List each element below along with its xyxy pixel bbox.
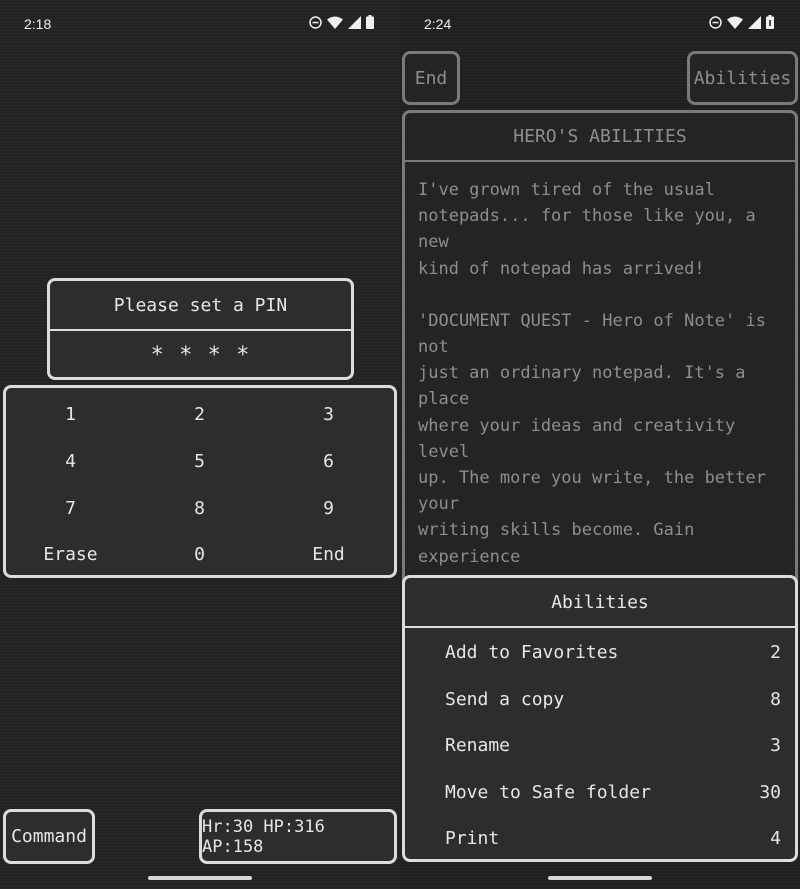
item-cost: 3 — [770, 734, 781, 756]
status-time: 2:18 — [24, 16, 52, 32]
status-time: 2:24 — [424, 16, 452, 32]
menu-item-print[interactable]: Print 4 — [445, 815, 781, 861]
item-cost: 2 — [770, 641, 781, 663]
signal-icon — [748, 15, 761, 29]
battery-icon — [766, 15, 774, 29]
key-0[interactable]: 0 — [135, 544, 264, 565]
key-5[interactable]: 5 — [135, 451, 264, 472]
stats-display: Hr:30 HP:316 AP:158 — [199, 809, 397, 864]
keypad: 1 2 3 4 5 6 7 8 9 Erase 0 End — [3, 385, 397, 578]
status-bar: 2:24 — [400, 0, 800, 48]
key-7[interactable]: 7 — [6, 498, 135, 519]
wifi-icon — [327, 16, 343, 29]
dnd-icon — [709, 15, 722, 29]
item-cost: 8 — [770, 688, 781, 710]
status-bar: 2:18 — [0, 0, 400, 48]
key-2[interactable]: 2 — [135, 404, 264, 425]
key-6[interactable]: 6 — [264, 451, 393, 472]
pin-value[interactable]: * * * * — [50, 331, 351, 379]
panel-title: HERO'S ABILITIES — [405, 113, 795, 162]
abilities-menu: Abilities Add to Favorites 2 Send a copy… — [402, 575, 798, 862]
signal-icon — [348, 15, 361, 29]
item-cost: 30 — [759, 781, 781, 803]
intro-paragraph: I've grown tired of the usual notepads..… — [418, 180, 756, 279]
item-label: Move to Safe folder — [445, 781, 651, 803]
wifi-icon — [727, 16, 743, 29]
key-9[interactable]: 9 — [264, 498, 393, 519]
menu-item-rename[interactable]: Rename 3 — [445, 722, 781, 768]
key-1[interactable]: 1 — [6, 404, 135, 425]
end-button[interactable]: End — [402, 51, 460, 105]
abilities-info-panel: HERO'S ABILITIES I've grown tired of the… — [402, 110, 798, 776]
pin-title: Please set a PIN — [50, 281, 351, 331]
item-label: Send a copy — [445, 688, 565, 710]
item-label: Rename — [445, 734, 511, 756]
key-end[interactable]: End — [264, 544, 393, 565]
item-cost: 4 — [770, 827, 781, 849]
menu-item-add-to-favorites[interactable]: Add to Favorites 2 — [445, 629, 781, 675]
key-erase[interactable]: Erase — [6, 544, 135, 565]
right-screen: 2:24 End Abilities HERO'S ABILITIES I've… — [400, 0, 800, 889]
battery-icon — [366, 15, 374, 29]
gesture-bar[interactable] — [548, 876, 652, 880]
gesture-bar[interactable] — [148, 876, 252, 880]
key-4[interactable]: 4 — [6, 451, 135, 472]
menu-title: Abilities — [405, 578, 795, 628]
menu-item-send-a-copy[interactable]: Send a copy 8 — [445, 676, 781, 722]
command-button[interactable]: Command — [3, 809, 95, 864]
abilities-button[interactable]: Abilities — [687, 51, 798, 105]
item-label: Print — [445, 827, 500, 849]
key-3[interactable]: 3 — [264, 404, 393, 425]
dnd-icon — [309, 15, 322, 29]
item-label: Add to Favorites — [445, 641, 619, 663]
menu-item-move-to-safe-folder[interactable]: Move to Safe folder 30 — [445, 769, 781, 815]
left-screen: 2:18 Please set a PIN * * * * 1 2 3 4 5 … — [0, 0, 400, 889]
pin-dialog: Please set a PIN * * * * — [47, 278, 354, 380]
key-8[interactable]: 8 — [135, 498, 264, 519]
